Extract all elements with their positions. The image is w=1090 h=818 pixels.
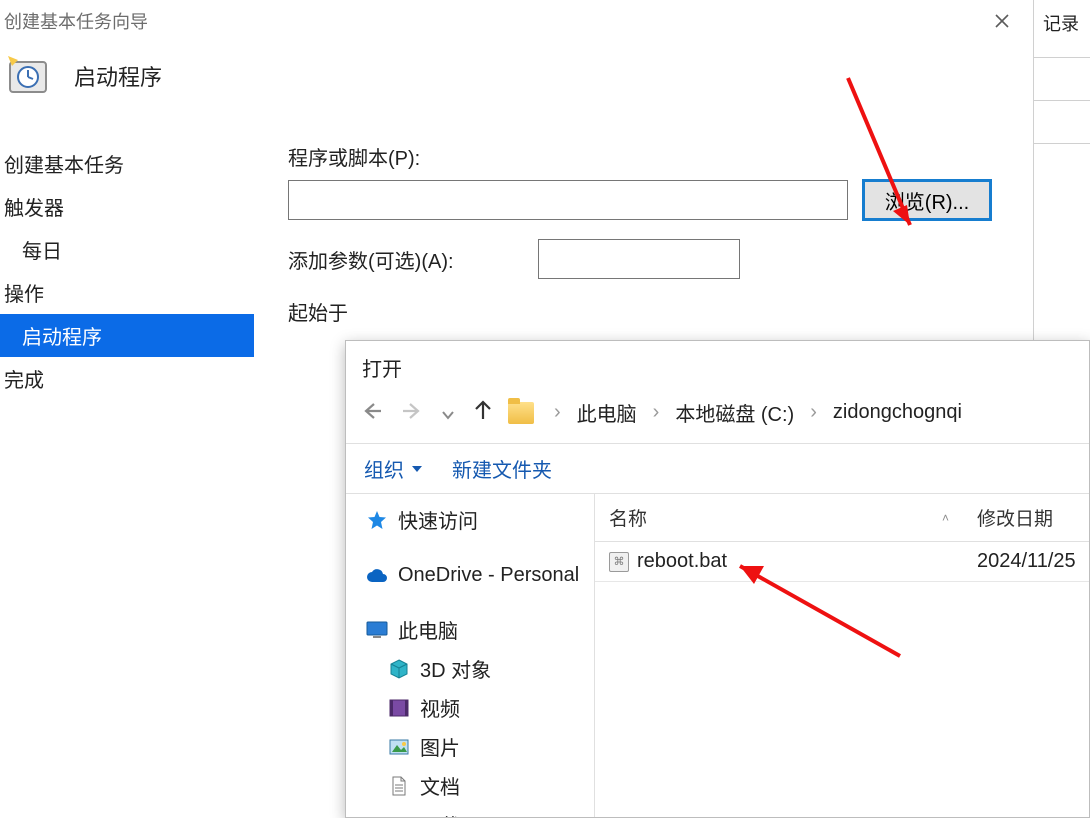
breadcrumb-this-pc[interactable]: 此电脑 — [573, 396, 641, 429]
nav-daily[interactable]: 每日 — [0, 228, 254, 271]
folder-icon — [508, 402, 534, 424]
program-label: 程序或脚本(P): — [288, 142, 992, 171]
column-name[interactable]: 名称 ˄ — [595, 494, 963, 541]
image-icon — [388, 737, 410, 757]
open-dialog-title: 打开 — [346, 341, 1089, 394]
tree-onedrive[interactable]: OneDrive - Personal — [364, 559, 590, 592]
file-list-pane: 名称 ˄ 修改日期 ⌘ reboot.bat 2024/11/25 — [594, 494, 1089, 817]
tree-downloads[interactable]: 下载 — [364, 805, 590, 817]
open-dialog-navbar: › 此电脑 › 本地磁盘 (C:) › zidongchognqi — [346, 394, 1089, 443]
wizard-nav: 创建基本任务 触发器 每日 操作 启动程序 完成 — [0, 138, 254, 400]
nav-recent-button[interactable] — [438, 398, 458, 428]
cube-icon — [388, 659, 410, 679]
breadcrumb-sep: › — [645, 401, 668, 424]
organize-button[interactable]: 组织 — [364, 454, 422, 483]
divider — [1034, 143, 1090, 144]
column-name-label: 名称 — [609, 504, 647, 531]
wizard-close-button[interactable] — [979, 5, 1025, 37]
tree-label: 图片 — [420, 732, 460, 761]
nav-finish[interactable]: 完成 — [0, 357, 254, 400]
args-label: 添加参数(可选)(A): — [288, 245, 454, 274]
tree-label: 此电脑 — [398, 615, 458, 644]
background-window-edge: 记录 — [1033, 0, 1090, 344]
breadcrumb-sep: › — [802, 401, 825, 424]
breadcrumb: › 此电脑 › 本地磁盘 (C:) › zidongchognqi — [546, 396, 966, 429]
wizard-header: 启动程序 — [0, 40, 1033, 138]
divider — [1034, 100, 1090, 101]
nav-create-basic-task[interactable]: 创建基本任务 — [0, 142, 254, 185]
cloud-icon — [366, 566, 388, 586]
tree-3d-objects[interactable]: 3D 对象 — [364, 649, 590, 688]
organize-label: 组织 — [364, 454, 404, 483]
file-list: ⌘ reboot.bat 2024/11/25 — [595, 542, 1089, 817]
tree-label: 下载 — [420, 810, 460, 817]
tree-label: 快速访问 — [398, 505, 478, 534]
arrow-right-icon — [402, 402, 422, 420]
tree-documents[interactable]: 文档 — [364, 766, 590, 805]
wizard-heading: 启动程序 — [74, 60, 162, 92]
nav-forward-button[interactable] — [398, 398, 426, 428]
nav-trigger[interactable]: 触发器 — [0, 185, 254, 228]
arrow-up-icon — [474, 400, 492, 420]
arrow-left-icon — [362, 402, 382, 420]
new-folder-button[interactable]: 新建文件夹 — [452, 454, 552, 483]
bat-file-icon: ⌘ — [609, 552, 629, 572]
divider — [1034, 57, 1090, 58]
open-dialog-toolbar: 组织 新建文件夹 — [346, 443, 1089, 494]
column-date-label: 修改日期 — [977, 504, 1053, 531]
tree-label: OneDrive - Personal — [398, 564, 579, 587]
file-row[interactable]: ⌘ reboot.bat 2024/11/25 — [595, 542, 1089, 582]
nav-back-button[interactable] — [358, 398, 386, 428]
wizard-titlebar: 创建基本任务向导 — [0, 0, 1033, 40]
column-date[interactable]: 修改日期 — [963, 494, 1089, 541]
close-icon — [995, 14, 1009, 28]
tree-pictures[interactable]: 图片 — [364, 727, 590, 766]
tree-label: 3D 对象 — [420, 654, 491, 683]
scheduled-task-icon — [6, 54, 50, 98]
wizard-title: 创建基本任务向导 — [4, 8, 148, 34]
film-icon — [388, 698, 410, 718]
nav-start-program[interactable]: 启动程序 — [0, 314, 254, 357]
breadcrumb-sep: › — [546, 401, 569, 424]
file-name: reboot.bat — [637, 550, 727, 573]
document-icon — [388, 776, 410, 796]
browse-button[interactable]: 浏览(R)... — [862, 179, 992, 221]
column-headers: 名称 ˄ 修改日期 — [595, 494, 1089, 542]
tree-quick-access[interactable]: 快速访问 — [364, 500, 590, 539]
sort-indicator-icon: ˄ — [942, 511, 949, 525]
chevron-down-icon — [412, 466, 422, 472]
file-date: 2024/11/25 — [963, 542, 1089, 581]
breadcrumb-local-c[interactable]: 本地磁盘 (C:) — [671, 396, 798, 429]
tree-videos[interactable]: 视频 — [364, 688, 590, 727]
download-icon — [388, 815, 410, 818]
nav-action[interactable]: 操作 — [0, 271, 254, 314]
monitor-icon — [366, 620, 388, 640]
tree-this-pc[interactable]: 此电脑 — [364, 610, 590, 649]
startin-label: 起始于 — [288, 303, 348, 325]
star-icon — [366, 510, 388, 530]
open-file-dialog: 打开 › 此电脑 › 本地磁盘 (C:) › zidongchognqi 组织 … — [345, 340, 1090, 818]
chevron-down-icon — [442, 410, 454, 420]
tree-label: 文档 — [420, 771, 460, 800]
program-input[interactable] — [288, 180, 848, 220]
tree-label: 视频 — [420, 693, 460, 722]
nav-up-button[interactable] — [470, 398, 496, 428]
folder-tree: 快速访问 OneDrive - Personal 此电脑 3D 对 — [346, 494, 594, 817]
bg-text-fragment: 记录 — [1043, 10, 1079, 36]
args-input[interactable] — [538, 239, 740, 279]
breadcrumb-folder[interactable]: zidongchognqi — [829, 399, 966, 426]
